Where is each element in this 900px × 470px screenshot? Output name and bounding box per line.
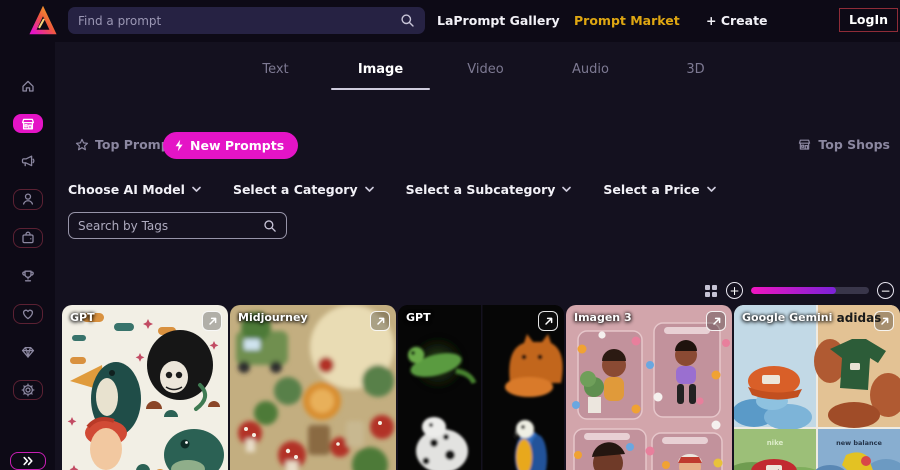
gear-icon: [21, 383, 34, 397]
filter-row: Top Prompts New Prompts Top Shops: [55, 132, 900, 160]
card-image-brand-text: new balance: [836, 439, 882, 447]
search-icon[interactable]: [263, 219, 277, 233]
login-button[interactable]: LogIn: [838, 8, 898, 32]
chevron-down-icon: [364, 186, 374, 192]
sidebar-item-announcements[interactable]: [13, 151, 43, 171]
prompt-card-image: [566, 305, 732, 470]
subcategory-dropdown[interactable]: Select a Subcategory: [406, 182, 572, 197]
open-card-icon[interactable]: [874, 311, 894, 331]
ai-model-dropdown-label: Choose AI Model: [68, 182, 185, 197]
prompt-card[interactable]: GPT: [62, 305, 228, 470]
nav-laprompt-gallery[interactable]: LaPrompt Gallery: [437, 13, 560, 28]
card-model-badge: GPT: [406, 311, 431, 324]
new-prompts-label: New Prompts: [190, 138, 285, 153]
card-image-brand-text: nike: [767, 439, 784, 447]
grid-controls: + −: [704, 282, 894, 299]
trophy-icon: [21, 270, 34, 282]
card-model-badge: Midjourney: [238, 311, 308, 324]
prompt-card[interactable]: Midjourney: [230, 305, 396, 470]
sidebar: [0, 42, 55, 470]
prompt-card[interactable]: GPT: [398, 305, 564, 470]
sidebar-item-home[interactable]: [13, 76, 43, 96]
laprompt-logo-icon[interactable]: [26, 6, 58, 38]
price-dropdown-label: Select a Price: [603, 182, 700, 197]
storefront-icon: [21, 118, 34, 130]
prompt-card[interactable]: Imagen 3: [566, 305, 732, 470]
tab-audio[interactable]: Audio: [538, 62, 643, 90]
grid-size-icon[interactable]: [704, 284, 718, 298]
subcategory-dropdown-label: Select a Subcategory: [405, 182, 556, 197]
grid-zoom-slider[interactable]: [751, 287, 869, 294]
sidebar-item-premium[interactable]: [13, 342, 43, 362]
sidebar-item-profile[interactable]: [12, 189, 43, 210]
card-model-badge: Google Gemini: [742, 311, 833, 324]
media-tabs: Text Image Video Audio 3D: [223, 62, 748, 90]
category-dropdown[interactable]: Select a Category: [233, 182, 374, 197]
tab-video[interactable]: Video: [433, 62, 538, 90]
open-card-icon[interactable]: [706, 311, 726, 331]
open-card-icon[interactable]: [538, 311, 558, 331]
grid-zoom-slider-fill: [751, 287, 836, 294]
category-dropdown-label: Select a Category: [232, 182, 358, 197]
top-bar: LaPrompt Gallery Prompt Market + Create …: [0, 0, 900, 42]
diamond-icon: [21, 346, 34, 358]
lightning-icon: [175, 139, 183, 152]
megaphone-icon: [21, 155, 34, 167]
wallet-icon: [21, 231, 34, 244]
tag-search[interactable]: [68, 212, 287, 239]
tab-text[interactable]: Text: [223, 62, 328, 90]
chevron-down-icon: [706, 186, 716, 192]
prompt-card-image: [230, 305, 396, 470]
price-dropdown[interactable]: Select a Price: [603, 182, 716, 197]
top-shops-label: Top Shops: [818, 137, 890, 152]
prompt-search-input[interactable]: [78, 13, 400, 28]
top-shops-button[interactable]: Top Shops: [797, 137, 890, 152]
open-card-icon[interactable]: [370, 311, 390, 331]
home-icon: [21, 80, 34, 92]
chevron-down-icon: [562, 186, 572, 192]
sidebar-item-marketplace[interactable]: [12, 113, 43, 134]
card-model-badge: GPT: [70, 311, 95, 324]
sidebar-item-settings[interactable]: [12, 379, 43, 401]
prompt-card-image: adidas nike new balance: [734, 305, 900, 470]
main-panel: Text Image Video Audio 3D Top Prompts Ne…: [55, 42, 900, 470]
prompt-card-grid: GPT Midjourney GPT Imagen 3 adidas nike …: [62, 305, 900, 470]
new-prompts-toggle[interactable]: New Prompts: [163, 132, 299, 159]
tab-3d[interactable]: 3D: [643, 62, 748, 90]
chevron-down-icon: [192, 186, 201, 192]
ai-model-dropdown[interactable]: Choose AI Model: [68, 182, 201, 197]
shop-icon: [799, 139, 811, 150]
user-icon: [22, 193, 33, 206]
sidebar-expand-button[interactable]: [9, 452, 46, 470]
prompt-card-image: [398, 305, 564, 470]
zoom-out-button[interactable]: −: [877, 282, 894, 299]
expand-icon: [22, 456, 33, 466]
star-icon: [75, 138, 89, 150]
tab-image[interactable]: Image: [328, 62, 433, 90]
prompt-card[interactable]: adidas nike new balance Google Gemini: [734, 305, 900, 470]
sidebar-item-favorites[interactable]: [12, 303, 43, 325]
prompt-search[interactable]: [68, 7, 425, 34]
nav-prompt-market[interactable]: Prompt Market: [574, 13, 680, 28]
heart-icon: [22, 309, 33, 320]
tag-search-input[interactable]: [78, 218, 263, 233]
prompt-card-image: [62, 305, 228, 470]
zoom-in-button[interactable]: +: [726, 282, 743, 299]
search-icon[interactable]: [400, 13, 415, 28]
dropdown-row: Choose AI Model Select a Category Select…: [68, 182, 748, 197]
sidebar-item-wallet[interactable]: [12, 227, 43, 248]
card-model-badge: Imagen 3: [574, 311, 632, 324]
nav-create[interactable]: + Create: [706, 13, 768, 28]
open-card-icon[interactable]: [202, 311, 222, 331]
sidebar-item-achievements[interactable]: [13, 266, 43, 286]
